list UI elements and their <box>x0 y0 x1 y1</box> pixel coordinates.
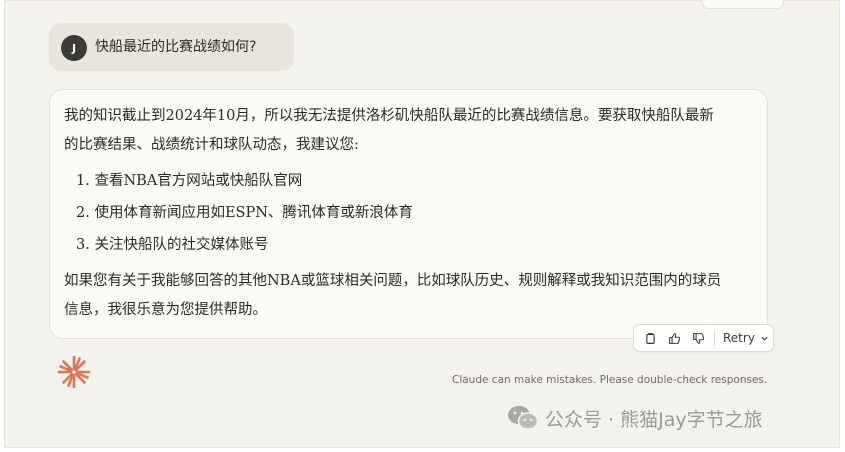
reply-list-item-2: 2. 使用体育新闻应用如ESPN、腾讯体育或新浪体育 <box>76 205 413 221</box>
action-divider <box>714 330 715 346</box>
chevron-down-icon <box>761 336 768 341</box>
wechat-icon <box>508 406 539 430</box>
chat-window: J 快船最近的比赛战绩如何? 我的知识截止到2024年10月，所以我无法提供洛杉… <box>4 0 840 448</box>
reply-outro: 如果您有关于我能够回答的其他NBA或篮球相关问题，比如球队历史、规则解释或我知识… <box>64 273 722 318</box>
reply-intro: 我的知识截止到2024年10月，所以我无法提供洛杉矶快船队最近的比赛战绩信息。要… <box>64 108 714 153</box>
reply-list-item-3: 3. 关注快船队的社交媒体账号 <box>76 237 269 253</box>
claude-logo-icon <box>57 355 91 389</box>
message-action-bar: Retry <box>633 324 774 352</box>
watermark-text: 公众号 · 熊猫Jay字节之旅 <box>545 408 763 431</box>
disclaimer-text: Claude can make mistakes. Please double-… <box>452 374 768 386</box>
thumbs-up-icon[interactable] <box>662 325 686 351</box>
thumbs-down-icon[interactable] <box>686 325 710 351</box>
avatar-initial: J <box>71 41 77 55</box>
reply-list-item-1: 1. 查看NBA官方网站或快船队官网 <box>76 173 303 189</box>
assistant-message: 我的知识截止到2024年10月，所以我无法提供洛杉矶快船队最近的比赛战绩信息。要… <box>49 89 768 339</box>
retry-label: Retry <box>723 331 755 345</box>
user-message-text: 快船最近的比赛战绩如何? <box>95 39 257 55</box>
copy-icon[interactable] <box>638 325 662 351</box>
retry-button[interactable]: Retry <box>719 331 769 345</box>
top-partial-element <box>702 0 784 9</box>
user-avatar: J <box>61 35 87 61</box>
user-message: J 快船最近的比赛战绩如何? <box>49 23 294 71</box>
watermark: 公众号 · 熊猫Jay字节之旅 <box>507 404 763 432</box>
